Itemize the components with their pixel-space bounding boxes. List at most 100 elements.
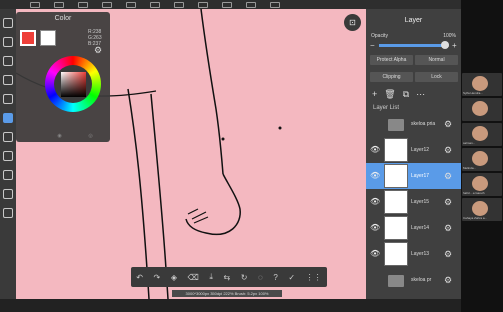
add-layer-icon[interactable]: + [372, 89, 377, 100]
undo-tool-icon[interactable] [3, 56, 13, 66]
transform-icon[interactable] [150, 1, 160, 8]
layer-settings-icon[interactable]: ⚙ [444, 249, 452, 260]
layer-panel: Layer Opacity 100% − + Protect Alpha Nor… [366, 9, 461, 299]
visibility-eye-icon[interactable]: 👁 [370, 249, 380, 258]
clip-lock-row: Clipping Lock [370, 72, 458, 82]
participant-avatar [472, 126, 488, 141]
lock-button[interactable]: Lock [415, 72, 458, 82]
participant-tile[interactable] [462, 98, 502, 121]
text-icon[interactable] [174, 1, 184, 8]
brush-tool-icon[interactable] [3, 18, 13, 28]
flip-icon[interactable]: ⇆ [224, 273, 231, 282]
layer-row[interactable]: 👁 Layer14 ⚙ [366, 215, 461, 241]
left-toolbar [0, 9, 16, 299]
layer-name: Layer15 [411, 199, 430, 205]
blend-mode-button[interactable]: Normal [415, 55, 458, 65]
eraser-icon[interactable]: ⌫ [188, 273, 199, 282]
palette-tab-icon[interactable]: ◎ [88, 133, 92, 139]
saturation-value-picker[interactable] [61, 72, 86, 97]
layer-name: Layer12 [411, 147, 430, 153]
redo-tool-icon[interactable] [3, 208, 13, 218]
layer-row[interactable]: skeloa pr ⚙ [366, 267, 461, 293]
participant-tile[interactable]: Cahaya Zahra a... [462, 198, 502, 221]
layer-more-icon[interactable]: ⋯ [416, 89, 425, 100]
opacity-slider[interactable] [379, 44, 445, 47]
folder-icon [388, 119, 404, 131]
screen-footer [0, 299, 461, 312]
delete-layer-icon[interactable]: 🗑 [384, 89, 395, 100]
visibility-eye-icon[interactable]: 👁 [370, 171, 380, 180]
fill-icon[interactable] [78, 1, 88, 8]
color-panel: Color R:238 G:263 B:237 ⚙ ◉ ◎ [16, 12, 110, 142]
select-icon[interactable] [126, 1, 136, 8]
participant-tile[interactable]: hafid ...a Gareth [462, 173, 502, 196]
participant-tile[interactable]: salman... [462, 123, 502, 146]
participant-avatar [472, 76, 488, 91]
hide-icon[interactable]: ◌ [258, 273, 263, 282]
layer-row[interactable]: 👁 Layer13 ⚙ [366, 241, 461, 267]
list-tool-icon[interactable] [3, 132, 13, 142]
secondary-color-swatch[interactable] [40, 30, 56, 46]
redo-icon[interactable]: ↷ [154, 273, 161, 282]
brush-icon[interactable] [222, 1, 232, 8]
wheel-tab-icon[interactable]: ◉ [57, 133, 61, 139]
save-icon[interactable]: ⤓ [209, 272, 213, 282]
opacity-label: Opacity [371, 33, 388, 39]
primary-color-swatch[interactable] [20, 30, 36, 46]
duplicate-layer-icon[interactable]: ⧉ [403, 89, 409, 100]
participant-avatar [472, 176, 488, 191]
layers-tool-icon[interactable] [3, 113, 13, 123]
pen-icon[interactable] [54, 1, 64, 8]
settings-icon[interactable] [270, 1, 280, 8]
menu-icon[interactable] [30, 1, 40, 8]
layer-settings-icon[interactable]: ⚙ [444, 119, 452, 130]
participant-tile[interactable]: Syifa Hendra... [462, 73, 502, 96]
participant-tile[interactable]: Melinda... [462, 148, 502, 171]
canvas-fullscreen-button[interactable]: ⊡ [344, 14, 361, 31]
layer-row[interactable]: 👁 Layer12 ⚙ [366, 137, 461, 163]
layer-settings-icon[interactable]: ⚙ [444, 197, 452, 208]
layer-settings-icon[interactable]: ⚙ [444, 275, 452, 286]
layer-row[interactable]: 👁 Layer15 ⚙ [366, 189, 461, 215]
protect-alpha-button[interactable]: Protect Alpha [370, 55, 413, 65]
participant-name: hafid ...a Gareth [463, 191, 485, 195]
opacity-plus-icon[interactable]: + [452, 41, 457, 50]
layer-thumbnail [384, 216, 408, 240]
participant-avatar [472, 101, 488, 116]
layer-row-selected[interactable]: 👁 Layer17 ⚙ [366, 163, 461, 189]
undo-icon[interactable]: ↶ [136, 273, 143, 282]
grid-icon[interactable]: ⋮⋮ [306, 273, 322, 282]
opacity-knob[interactable] [441, 41, 449, 49]
opacity-minus-icon[interactable]: − [370, 41, 375, 50]
help-icon[interactable]: ? [273, 273, 277, 282]
color-tool-icon[interactable] [3, 151, 13, 161]
layer-thumbnail [384, 190, 408, 214]
fill-bucket-icon[interactable]: ◈ [171, 273, 177, 282]
eraser-tool-icon[interactable] [3, 75, 13, 85]
pencil-tool-icon[interactable] [3, 189, 13, 199]
layer-settings-icon[interactable]: ⚙ [444, 223, 452, 234]
visibility-eye-icon[interactable]: 👁 [370, 197, 380, 206]
layer-panel-title: Layer [404, 17, 423, 24]
participant-name: Cahaya Zahra a... [463, 216, 488, 220]
eyedropper-icon[interactable] [246, 1, 256, 8]
layer-settings-icon[interactable]: ⚙ [444, 145, 452, 156]
status-bar: 3000*3000px 350dpi 222% Brush: 5.2px 100… [172, 290, 282, 297]
opacity-value: 100% [443, 33, 456, 39]
folder-icon [388, 275, 404, 287]
color-settings-icon[interactable]: ⚙ [94, 45, 102, 56]
visibility-eye-icon[interactable]: 👁 [370, 145, 380, 154]
visibility-eye-icon[interactable]: 👁 [370, 223, 380, 232]
menu-tool-icon[interactable] [3, 37, 13, 47]
layer-settings-icon[interactable]: ⚙ [444, 171, 452, 182]
rotate-icon[interactable]: ↻ [241, 273, 248, 282]
hand-icon[interactable] [198, 1, 208, 8]
fill-tool-icon[interactable] [3, 94, 13, 104]
layer-name: Layer14 [411, 225, 430, 231]
check-icon[interactable]: ✓ [288, 273, 295, 282]
layer-thumbnail [384, 138, 408, 162]
crop-icon[interactable] [102, 1, 112, 8]
hand-tool-icon[interactable] [3, 170, 13, 180]
layer-row[interactable]: skeloa pria ⚙ [366, 111, 461, 137]
clipping-button[interactable]: Clipping [370, 72, 413, 82]
